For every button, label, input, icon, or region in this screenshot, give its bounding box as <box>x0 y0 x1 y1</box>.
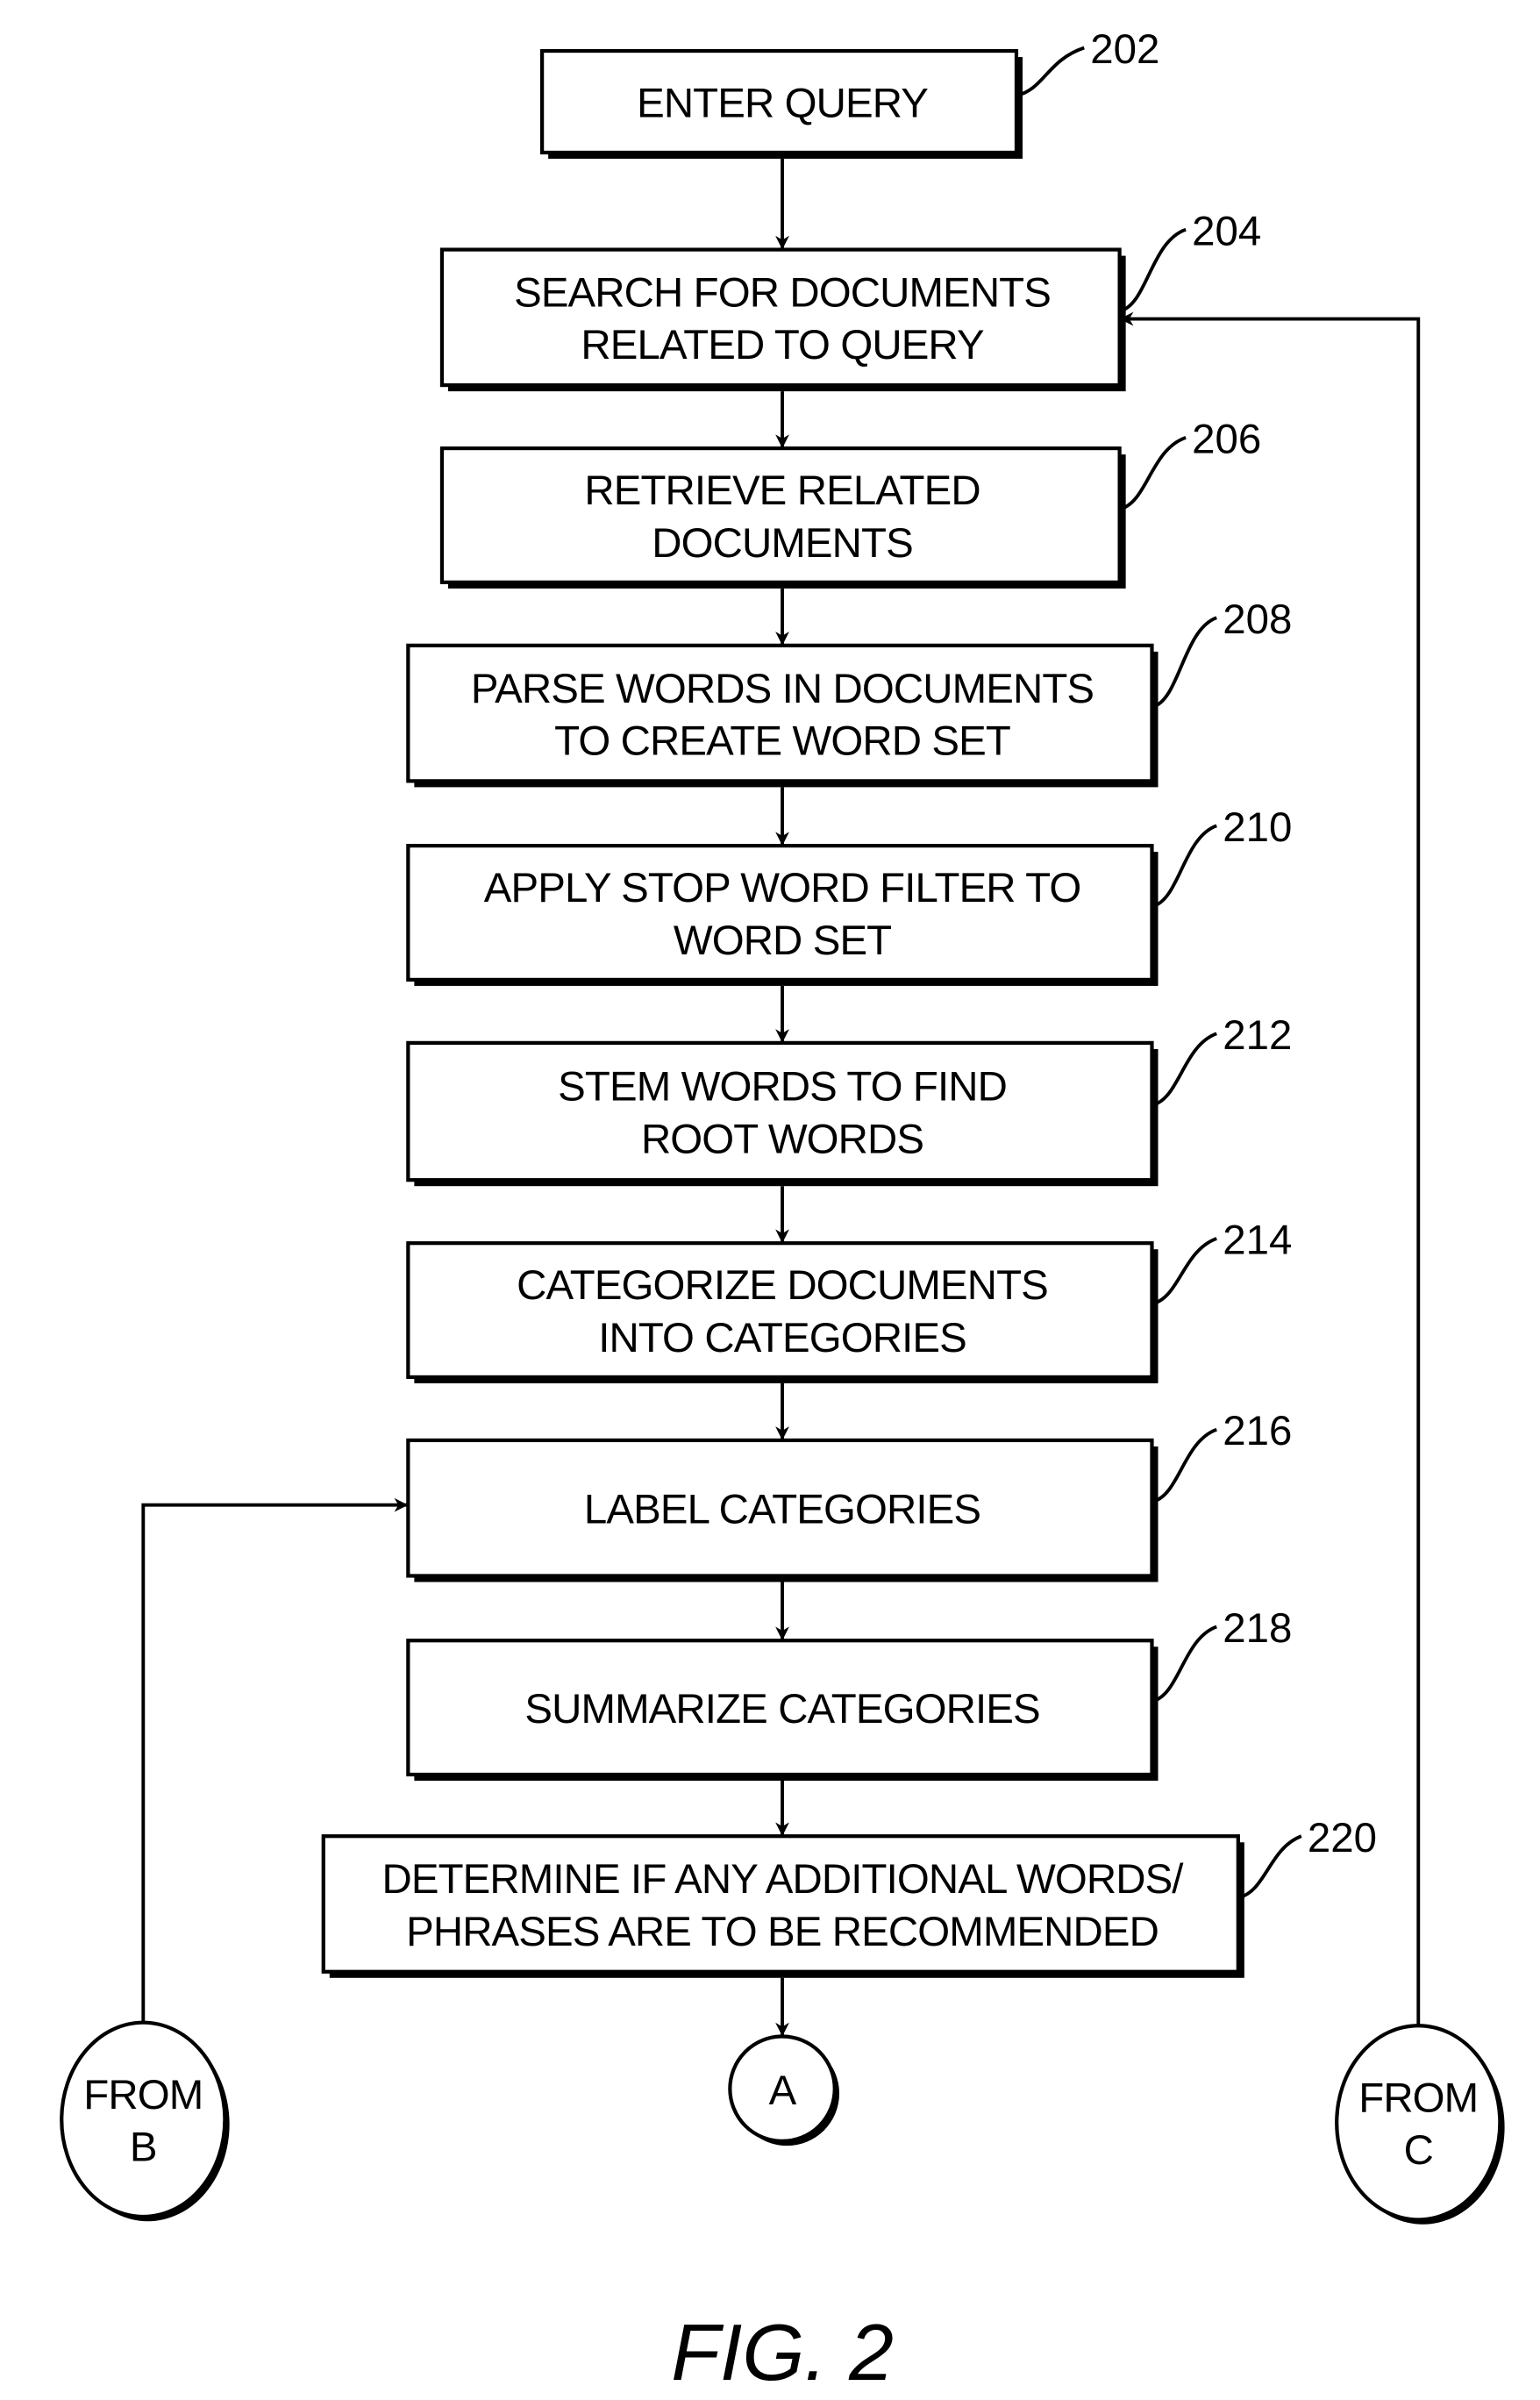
leader-line <box>1016 46 1085 97</box>
step-text: ENTER QUERY <box>637 81 928 127</box>
connector-from-b: FROM B <box>60 2020 230 2222</box>
feedback-arrow-c <box>1119 311 1421 2026</box>
step-text: INTO CATEGORIES <box>598 1315 966 1361</box>
step-text: LABEL CATEGORIES <box>584 1487 980 1533</box>
reference-number: 210 <box>1223 804 1292 851</box>
step-214: CATEGORIZE DOCUMENTS INTO CATEGORIES 214 <box>406 1217 1292 1383</box>
leader-line <box>1151 1032 1217 1107</box>
connector-text: FROM <box>83 2072 203 2118</box>
step-text: CATEGORIZE DOCUMENTS <box>517 1262 1048 1309</box>
step-text: RELATED TO QUERY <box>581 322 984 368</box>
reference-number: 206 <box>1192 416 1261 462</box>
step-206: RETRIEVE RELATED DOCUMENTS 206 <box>439 416 1261 589</box>
leader-line <box>1237 1834 1302 1900</box>
step-text: SUMMARIZE CATEGORIES <box>524 1686 1039 1732</box>
leader-line <box>1118 227 1187 313</box>
step-text: STEM WORDS TO FIND <box>558 1064 1007 1111</box>
step-text: APPLY STOP WORD FILTER TO <box>484 865 1081 911</box>
step-text: PARSE WORDS IN DOCUMENTS <box>471 666 1094 712</box>
connector-text: A <box>769 2068 797 2114</box>
step-220: DETERMINE IF ANY ADDITIONAL WORDS/PHRASE… <box>321 1815 1377 1978</box>
step-212: STEM WORDS TO FIND ROOT WORDS 212 <box>406 1012 1292 1187</box>
leader-line <box>1151 616 1218 709</box>
step-208: PARSE WORDS IN DOCUMENTS TO CREATE WORD S… <box>406 596 1292 788</box>
step-218: SUMMARIZE CATEGORIES 218 <box>406 1605 1292 1782</box>
reference-number: 212 <box>1223 1012 1292 1059</box>
step-216: LABEL CATEGORIES 216 <box>406 1408 1292 1582</box>
reference-number: 202 <box>1090 26 1159 73</box>
step-text: PHRASES ARE TO BE RECOMMENDED <box>406 1909 1159 1955</box>
step-204: SEARCH FOR DOCUMENTS RELATED TO QUERY 204 <box>439 208 1261 392</box>
reference-number: 218 <box>1223 1605 1292 1652</box>
connector-text: B <box>130 2125 157 2171</box>
leader-line <box>1151 1237 1217 1306</box>
connector-text: C <box>1404 2127 1433 2174</box>
flowchart: ENTER QUERY 202 SEARCH FOR DOCUMENTS RELATE… <box>60 26 1505 2397</box>
leader-line <box>1151 1625 1217 1704</box>
step-210: APPLY STOP WORD FILTER TO WORD SET 210 <box>406 804 1292 986</box>
step-text: DETERMINE IF ANY ADDITIONAL WORDS/ <box>381 1856 1184 1903</box>
connector-text: FROM <box>1358 2075 1478 2122</box>
reference-number: 204 <box>1192 208 1261 254</box>
step-text: SEARCH FOR DOCUMENTS <box>514 270 1051 317</box>
connector-circle <box>60 2020 227 2219</box>
step-text: TO CREATE WORD SET <box>554 718 1010 765</box>
connector-a: A <box>728 2034 840 2146</box>
step-text: WORD SET <box>674 918 891 964</box>
step-text: DOCUMENTS <box>652 520 913 567</box>
connector-circle <box>1335 2024 1502 2222</box>
reference-number: 208 <box>1223 596 1292 643</box>
leader-line <box>1119 435 1187 511</box>
reference-number: 220 <box>1308 1815 1377 1861</box>
connector-from-c: FROM C <box>1335 2024 1505 2225</box>
leader-line <box>1151 824 1217 909</box>
reference-number: 214 <box>1223 1217 1292 1263</box>
leader-line <box>1151 1427 1217 1504</box>
step-202: ENTER QUERY 202 <box>540 26 1159 159</box>
step-text: ROOT WORDS <box>641 1116 923 1162</box>
figure-label: FIG. 2 <box>671 2308 894 2397</box>
step-text: RETRIEVE RELATED <box>584 468 980 514</box>
reference-number: 216 <box>1223 1408 1292 1454</box>
